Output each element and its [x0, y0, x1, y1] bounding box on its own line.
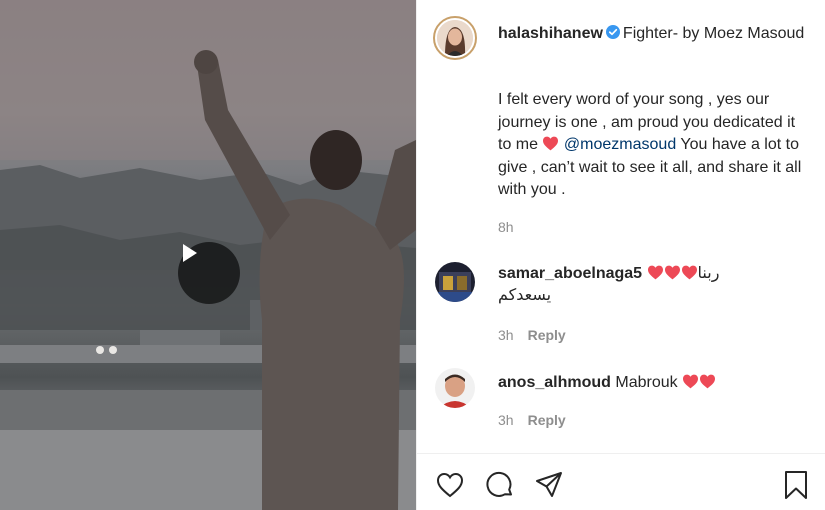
avatar-image: [435, 262, 475, 302]
comment-timestamp: 3h: [498, 412, 514, 428]
video-player[interactable]: [0, 0, 416, 510]
avatar-image: [437, 20, 473, 56]
comment-item: anos_alhmoud Mabrouk: [498, 372, 808, 394]
comment-button[interactable]: [485, 470, 515, 500]
play-icon: [183, 244, 197, 262]
post-caption-body: I felt every word of your song , yes our…: [498, 89, 808, 202]
like-icon: [436, 472, 464, 498]
verified-badge-icon: [605, 23, 620, 39]
commenter-avatar[interactable]: [435, 368, 475, 408]
comment-timestamp: 3h: [498, 327, 514, 343]
post-author-avatar[interactable]: [433, 16, 477, 60]
post-timestamp: 8h: [498, 219, 514, 235]
red-heart-icon: [683, 374, 699, 389]
red-heart-icon: [543, 136, 559, 151]
like-button[interactable]: [435, 470, 465, 500]
avatar-image: [435, 368, 475, 408]
red-heart-icon: [664, 265, 680, 280]
red-heart-icon: [647, 265, 663, 280]
comment-username[interactable]: anos_alhmoud: [498, 374, 611, 391]
reply-button[interactable]: Reply: [528, 327, 566, 343]
post-caption-header: halashihanew Fighter- by Moez Masoud: [498, 22, 808, 45]
post-username[interactable]: halashihanew: [498, 25, 603, 42]
comment-meta: 3h Reply: [498, 327, 566, 343]
comment-meta: 3h Reply: [498, 412, 566, 428]
comment-text: Mabrouk: [615, 374, 678, 391]
comment-text-line2: يسعدكم: [498, 287, 552, 304]
save-icon: [785, 471, 807, 499]
comments-panel: halashihanew Fighter- by Moez Masoud I fe…: [417, 0, 825, 510]
comment-icon: [486, 471, 512, 497]
reply-button[interactable]: Reply: [528, 412, 566, 428]
red-heart-icon: [681, 265, 697, 280]
share-icon: [536, 472, 562, 497]
commenter-avatar[interactable]: [435, 262, 475, 302]
play-button[interactable]: [178, 242, 240, 304]
comment-username[interactable]: samar_aboelnaga5: [498, 265, 642, 282]
share-button[interactable]: [534, 470, 564, 500]
mention-link[interactable]: @moezmasoud: [564, 136, 676, 153]
post-title: Fighter- by Moez Masoud: [622, 25, 805, 42]
comment-text: ربنا: [697, 265, 720, 282]
save-button[interactable]: [781, 470, 811, 500]
red-heart-icon: [700, 374, 716, 389]
comment-item: samar_aboelnaga5 ربنا يسعدكم: [498, 263, 808, 307]
actions-divider: [417, 453, 825, 454]
